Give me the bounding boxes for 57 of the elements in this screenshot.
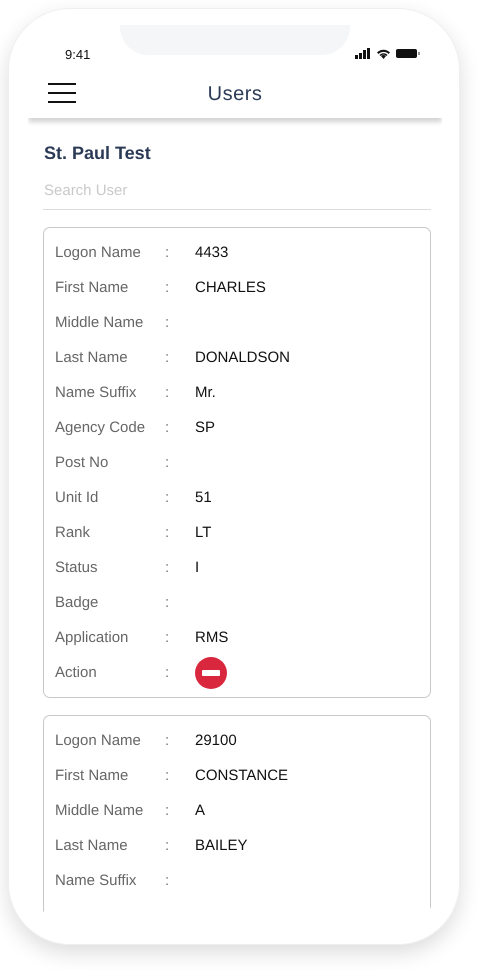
field-value: DONALDSON — [195, 349, 290, 366]
colon: : — [165, 524, 170, 541]
field-label: Logon Name — [55, 244, 142, 261]
menu-button[interactable] — [48, 82, 78, 104]
field-value: CONSTANCE — [195, 767, 288, 784]
field-value: I — [195, 559, 200, 576]
field-value: 29100 — [195, 732, 237, 749]
field-value: Mr. — [195, 384, 216, 401]
field-value: A — [195, 802, 206, 819]
field-label: First Name — [55, 279, 130, 296]
wifi-icon — [376, 48, 391, 59]
status-time: 9:41 — [65, 47, 90, 64]
field-label: Last Name — [55, 837, 129, 854]
colon: : — [165, 594, 170, 611]
signal-icon — [355, 48, 371, 59]
field-label: Unit Id — [55, 489, 100, 506]
colon: : — [165, 872, 170, 889]
field-label: Action — [55, 664, 98, 681]
field-label: Last Name — [55, 349, 129, 366]
colon: : — [165, 629, 170, 646]
remove-button[interactable] — [195, 656, 227, 688]
field-value: LT — [195, 524, 212, 541]
colon: : — [165, 767, 170, 784]
field-label: Badge — [55, 594, 100, 611]
field-label: First Name — [55, 767, 130, 784]
field-label: Post No — [55, 454, 110, 471]
page-title: Users — [208, 82, 262, 106]
colon: : — [165, 279, 170, 296]
colon: : — [165, 732, 170, 749]
field-label: Logon Name — [55, 732, 142, 749]
field-label: Name Suffix — [55, 872, 138, 889]
field-label: Application — [55, 629, 130, 646]
colon: : — [165, 664, 170, 681]
colon: : — [165, 559, 170, 576]
colon: : — [165, 244, 170, 261]
field-label: Middle Name — [55, 314, 144, 331]
battery-icon — [396, 48, 420, 59]
agency-title: St. Paul Test — [44, 143, 152, 164]
field-value: 51 — [195, 489, 212, 506]
colon: : — [165, 837, 170, 854]
field-label: Middle Name — [55, 802, 144, 819]
colon: : — [165, 349, 170, 366]
field-value: BAILEY — [195, 837, 248, 854]
field-label: Agency Code — [55, 419, 146, 436]
colon: : — [165, 419, 170, 436]
field-value: CHARLES — [195, 279, 266, 296]
colon: : — [165, 314, 170, 331]
field-label: Name Suffix — [55, 384, 138, 401]
colon: : — [165, 454, 170, 471]
colon: : — [165, 384, 170, 401]
field-value: 4433 — [195, 244, 228, 261]
colon: : — [165, 802, 170, 819]
field-value: RMS — [195, 629, 228, 646]
colon: : — [165, 489, 170, 506]
field-value: SP — [195, 419, 216, 436]
field-label: Rank — [55, 524, 92, 541]
field-label: Status — [55, 559, 99, 576]
